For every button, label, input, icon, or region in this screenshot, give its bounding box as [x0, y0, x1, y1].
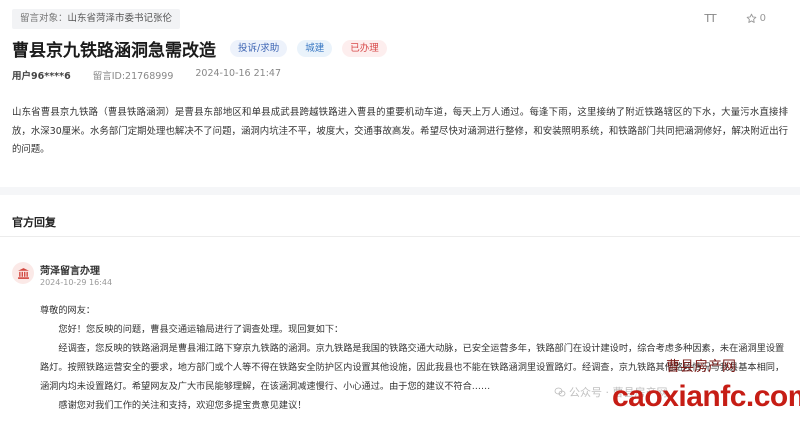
reply-divider — [0, 236, 800, 237]
message-target: 留言对象：山东省菏泽市委书记张伦 — [12, 9, 181, 29]
target-label: 留言对象： — [20, 13, 68, 24]
star-icon — [746, 13, 756, 23]
government-building-icon — [17, 267, 29, 279]
category-tag[interactable]: 投诉/求助 — [230, 40, 288, 57]
target-value: 山东省菏泽市委书记张伦 — [67, 13, 173, 24]
status-badge: 已办理 — [342, 40, 387, 57]
message-meta: 用户96****6 留言ID:21768999 2024-10-16 21:47 — [12, 68, 281, 82]
section-divider — [0, 187, 800, 195]
reply-greeting: 尊敬的网友： — [40, 305, 96, 316]
reply-paragraph-intro: 您好！您反映的问题，曹县交通运输局进行了调查处理。现回复如下： — [58, 324, 344, 335]
font-size-button[interactable]: TT — [704, 12, 716, 25]
reply-time: 2024-10-29 16:44 — [40, 278, 113, 287]
message-title: 曹县京九铁路涵洞急需改造 — [12, 41, 216, 61]
message-content: 山东省曹县京九铁路（曹县铁路涵洞）是曹县东部地区和单县成武县跨越铁路进入曹县的重… — [12, 107, 788, 155]
site-watermark-cn: 曹县房产网 — [666, 359, 736, 375]
reply-org-name: 菏泽留言办理 — [40, 266, 100, 277]
message-id: 留言ID:21768999 — [92, 71, 174, 82]
reply-heading: 官方回复 — [12, 216, 56, 229]
message-header: 曹县京九铁路涵洞急需改造 投诉/求助 城建 已办理 — [12, 36, 397, 61]
wechat-icon — [554, 387, 566, 397]
like-count: 0 — [759, 13, 766, 24]
site-watermark-en: caoxianfc.com — [612, 380, 800, 413]
like-button[interactable]: 0 — [746, 13, 766, 24]
org-avatar — [12, 262, 34, 284]
field-tag[interactable]: 城建 — [297, 40, 333, 57]
message-time: 2024-10-16 21:47 — [195, 68, 281, 79]
message-toolbar: TT 0 — [704, 12, 766, 25]
message-user: 用户96****6 — [12, 71, 71, 82]
